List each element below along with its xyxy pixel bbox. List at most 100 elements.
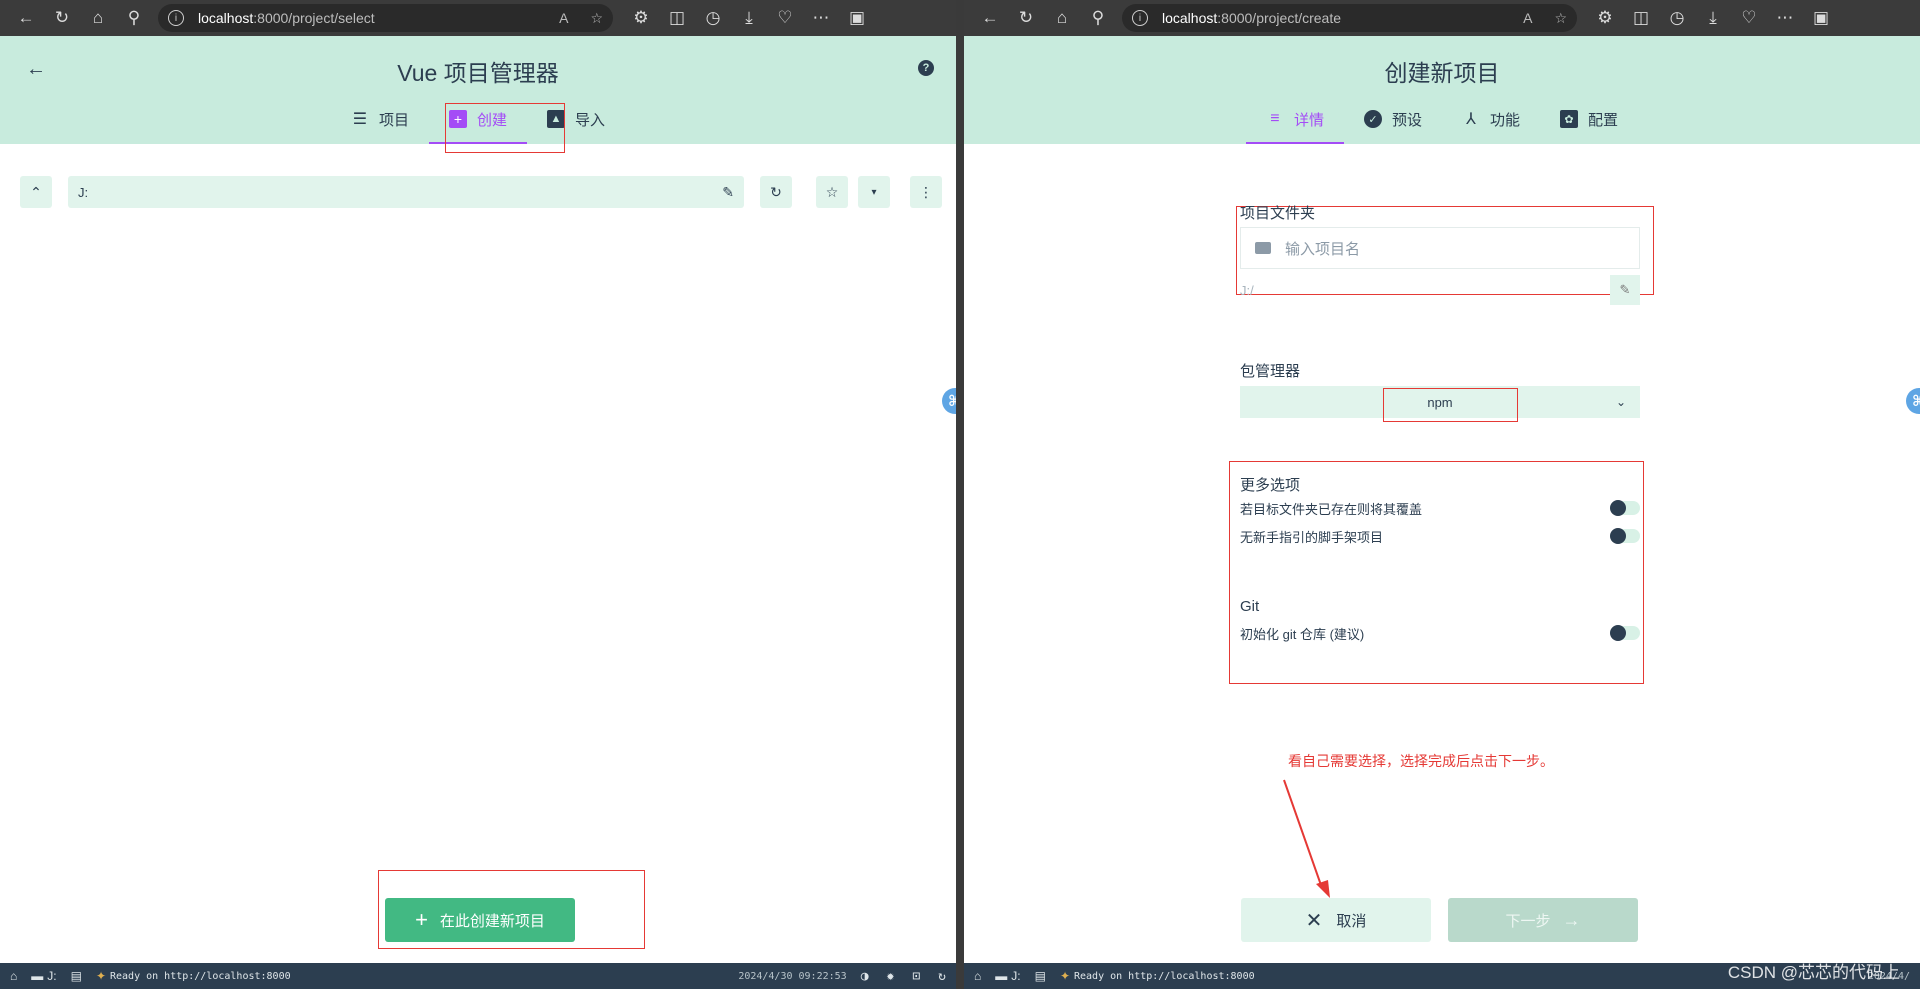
folder-path-line: J:/ ✎ (1240, 275, 1640, 305)
sidebar-toggle-icon[interactable]: ▣ (1803, 4, 1839, 32)
drive-status[interactable]: ▬ J: (995, 969, 1020, 983)
package-manager-select[interactable]: npm ⌄ (1240, 386, 1640, 418)
option-git-init: 初始化 git 仓库 (建议) (1240, 623, 1640, 643)
extensions-icon[interactable]: ⚙ (1587, 4, 1623, 32)
search-icon[interactable]: ⚲ (116, 4, 152, 32)
tab-label: 导入 (575, 111, 606, 129)
sync-icon[interactable]: ↻ (938, 969, 946, 984)
more-options-button[interactable]: ⋮ (910, 176, 942, 208)
address-bar[interactable]: i localhost:8000/project/create A ☆ (1122, 4, 1577, 32)
edit-path-icon[interactable]: ✎ (722, 184, 734, 201)
home-icon[interactable]: ⌂ (80, 4, 116, 32)
folder-icon: ▬ (995, 969, 1008, 983)
tab-create[interactable]: + 创建 (428, 94, 528, 144)
tab-label: 详情 (1293, 111, 1324, 129)
rocket-icon: ✦ (95, 969, 106, 983)
next-label: 下一步 (1505, 912, 1551, 930)
drive-status[interactable]: ▬ J: (31, 969, 56, 983)
folder-path: J:/ (1240, 282, 1254, 298)
path-input[interactable]: J: ✎ (68, 176, 744, 208)
tab-features[interactable]: ⅄ 功能 (1442, 94, 1540, 144)
tab-import[interactable]: ▲ 导入 (527, 94, 625, 144)
health-icon[interactable]: ♡ (767, 4, 803, 32)
list-icon: ☰ (352, 111, 368, 128)
toggle-knob (1610, 528, 1626, 544)
window-splitter[interactable] (956, 0, 964, 989)
cancel-button[interactable]: ✕ 取消 (1241, 898, 1431, 942)
floating-assistant-icon[interactable]: ⌘ (942, 388, 956, 414)
toggle-knob (1610, 500, 1626, 516)
search-icon[interactable]: ⚲ (1080, 4, 1116, 32)
console-icon[interactable]: ▤ (1035, 969, 1046, 983)
back-icon[interactable]: ← (972, 4, 1008, 32)
theme-icon[interactable]: ◑ (861, 969, 869, 984)
server-status: ✦ Ready on http://localhost:8000 (1060, 969, 1255, 983)
tab-label: 项目 (378, 111, 409, 129)
refresh-icon[interactable]: ↻ (44, 4, 80, 32)
split-screen-icon[interactable]: ◫ (1623, 4, 1659, 32)
read-aloud-icon[interactable]: A (1523, 10, 1532, 27)
back-icon[interactable]: ← (8, 4, 44, 32)
plus-icon: + (415, 907, 428, 932)
sidebar-toggle-icon[interactable]: ▣ (839, 4, 875, 32)
download-icon[interactable]: ⤓ (731, 4, 767, 32)
home-icon[interactable]: ⌂ (1044, 4, 1080, 32)
option-force-overwrite: 若目标文件夹已存在则将其覆盖 (1240, 498, 1640, 518)
bare-toggle[interactable] (1610, 528, 1640, 544)
favorite-star-icon[interactable]: ☆ (590, 10, 603, 27)
history-icon[interactable]: ◷ (1659, 4, 1695, 32)
git-title: Git (1240, 598, 1260, 615)
home-status-icon[interactable]: ⌂ (10, 969, 17, 983)
package-manager-value: npm (1427, 394, 1453, 410)
history-icon[interactable]: ◷ (695, 4, 731, 32)
console-icon[interactable]: ▤ (71, 969, 82, 983)
project-tabs: ☰ 项目 + 创建 ▲ 导入 (0, 94, 956, 144)
help-icon[interactable]: ? (918, 60, 934, 76)
more-menu-icon[interactable]: ⋯ (1767, 4, 1803, 32)
device-hub-icon: ⅄ (1466, 111, 1476, 128)
more-menu-icon[interactable]: ⋯ (803, 4, 839, 32)
read-aloud-icon[interactable]: A (559, 10, 568, 27)
tab-config[interactable]: ✿ 配置 (1540, 94, 1638, 144)
next-step-button[interactable]: 下一步 → (1448, 898, 1638, 942)
translate-icon[interactable]: ⊡ (912, 969, 920, 984)
refresh-icon[interactable]: ↻ (1008, 4, 1044, 32)
project-name-input[interactable]: 输入项目名 (1240, 227, 1640, 269)
overwrite-toggle[interactable] (1610, 500, 1640, 516)
option-bare-scaffold: 无新手指引的脚手架项目 (1240, 526, 1640, 546)
split-screen-icon[interactable]: ◫ (659, 4, 695, 32)
extensions-icon[interactable]: ⚙ (623, 4, 659, 32)
edit-path-icon[interactable]: ✎ (1610, 275, 1640, 305)
back-arrow-icon[interactable]: ← (26, 58, 46, 81)
path-value: J: (78, 184, 89, 200)
download-icon[interactable]: ⤓ (1695, 4, 1731, 32)
app-title: 创建新项目 (1384, 60, 1500, 86)
url-path: :8000/project/create (1217, 10, 1342, 26)
health-icon[interactable]: ♡ (1731, 4, 1767, 32)
parent-folder-button[interactable]: ⌃ (20, 176, 52, 208)
favorite-folder-button[interactable]: ☆ (816, 176, 848, 208)
create-project-here-button[interactable]: + 在此创建新项目 (385, 898, 575, 942)
address-bar[interactable]: i localhost:8000/project/select A ☆ (158, 4, 613, 32)
tab-details[interactable]: ≡ 详情 (1245, 94, 1344, 144)
floating-assistant-icon[interactable]: ⌘ (1906, 388, 1920, 414)
browser-toolbar: ← ↻ ⌂ ⚲ i localhost:8000/project/select … (0, 0, 956, 36)
info-icon[interactable]: i (168, 10, 184, 26)
git-toggle[interactable] (1610, 625, 1640, 641)
project-folder-section: 项目文件夹 输入项目名 J:/ ✎ (1240, 202, 1640, 305)
folder-label: 项目文件夹 (1240, 205, 1316, 222)
folder-icon (1255, 242, 1271, 254)
favorites-dropdown-button[interactable]: ▾ (858, 176, 890, 208)
refresh-folder-button[interactable]: ↻ (760, 176, 792, 208)
csdn-watermark: CSDN @芯芯的代码上 (1727, 963, 1900, 982)
browser-toolbar: ← ↻ ⌂ ⚲ i localhost:8000/project/create … (964, 0, 1920, 36)
tab-projects[interactable]: ☰ 项目 (331, 94, 429, 144)
option-label: 初始化 git 仓库 (建议) (1240, 626, 1365, 642)
tab-presets[interactable]: ✓ 预设 (1344, 94, 1442, 144)
info-icon[interactable]: i (1132, 10, 1148, 26)
tab-label: 配置 (1588, 111, 1619, 129)
status-time: 2024/4/30 09:22:53 (738, 970, 847, 982)
favorite-star-icon[interactable]: ☆ (1554, 10, 1567, 27)
bug-icon[interactable]: ✹ (887, 969, 895, 984)
home-status-icon[interactable]: ⌂ (974, 969, 981, 983)
